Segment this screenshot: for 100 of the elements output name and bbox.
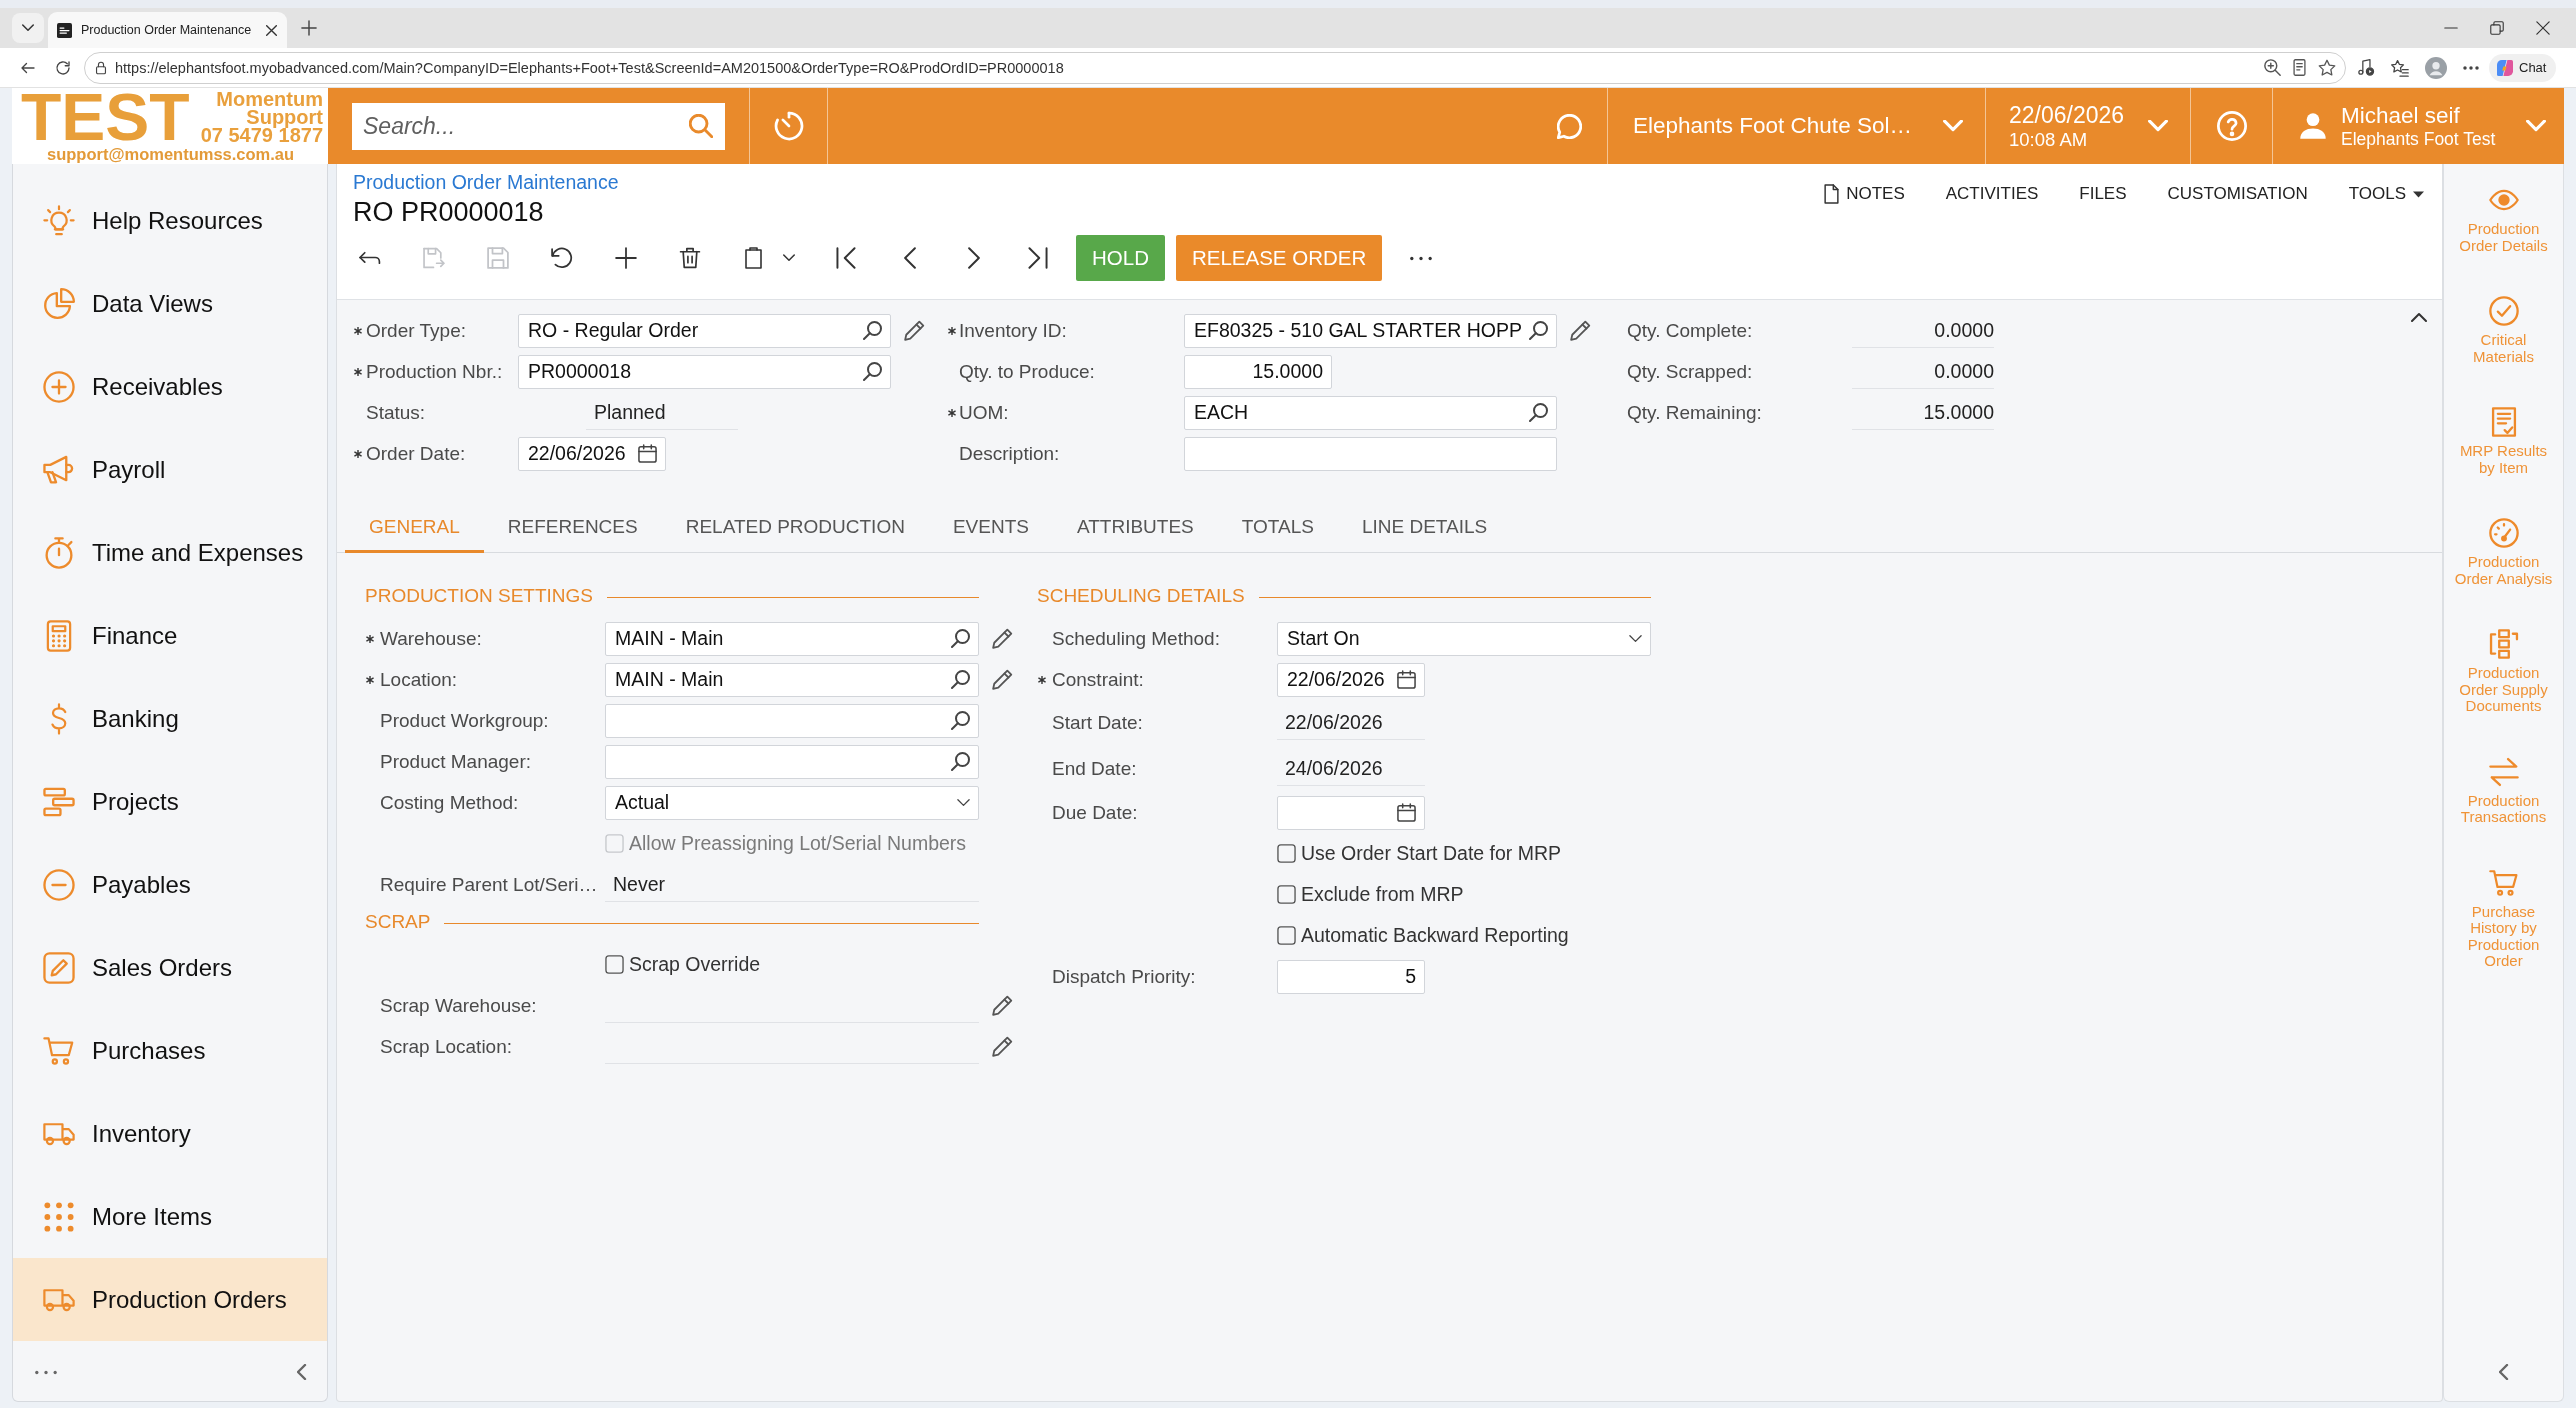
- pencil-icon[interactable]: [992, 1036, 1013, 1057]
- number-field[interactable]: 15.0000: [1184, 354, 1332, 389]
- help-icon[interactable]: [2216, 111, 2247, 141]
- search-icon[interactable]: [863, 362, 882, 381]
- header-link[interactable]: TOOLS: [2348, 184, 2424, 204]
- sidebar-item[interactable]: Purchases: [13, 1009, 327, 1092]
- lookup-field[interactable]: [605, 744, 979, 779]
- sidebar-item[interactable]: Help Resources: [13, 179, 327, 262]
- close-icon[interactable]: [2536, 21, 2550, 35]
- last-page-icon[interactable]: [1027, 247, 1049, 269]
- pencil-icon[interactable]: [992, 669, 1013, 690]
- tab[interactable]: RELATED PRODUCTION: [661, 503, 929, 553]
- dots-grid-icon: [43, 1200, 75, 1233]
- search-icon[interactable]: [951, 752, 970, 771]
- collapse-icon[interactable]: [2411, 312, 2427, 322]
- reload-icon[interactable]: [54, 58, 72, 77]
- pencil-icon[interactable]: [992, 628, 1013, 649]
- sidebar-item[interactable]: More Items: [13, 1175, 327, 1258]
- tab-list-button[interactable]: [12, 13, 44, 43]
- lookup-field[interactable]: MAIN - Main: [605, 621, 979, 656]
- header-link[interactable]: FILES: [2079, 184, 2127, 204]
- search-icon[interactable]: [1529, 321, 1548, 340]
- sidebar-item[interactable]: Receivables: [13, 345, 327, 428]
- dropdown-field[interactable]: Start On: [1277, 621, 1651, 656]
- caret-icon[interactable]: [783, 254, 795, 262]
- lookup-field[interactable]: EF80325 - 510 GAL STARTER HOPP: [1184, 313, 1557, 348]
- tab[interactable]: ATTRIBUTES: [1052, 503, 1218, 553]
- sidebar-item[interactable]: Payroll: [13, 428, 327, 511]
- sidebar-item[interactable]: Inventory: [13, 1092, 327, 1175]
- undo-icon[interactable]: [551, 247, 573, 269]
- pencil-icon[interactable]: [992, 995, 1013, 1016]
- checkbox[interactable]: [1277, 844, 1296, 863]
- pencil-icon[interactable]: [1570, 320, 1591, 341]
- header-link[interactable]: ACTIVITIES: [1945, 184, 2039, 204]
- reader-icon[interactable]: [2292, 59, 2307, 76]
- first-page-icon[interactable]: [835, 247, 857, 269]
- tab[interactable]: TOTALS: [1217, 503, 1338, 553]
- sidebar-item[interactable]: Data Views: [13, 262, 327, 345]
- lookup-field[interactable]: RO - Regular Order: [518, 313, 891, 348]
- sidebar-item[interactable]: Finance: [13, 594, 327, 677]
- date-field[interactable]: 22/06/2026: [1277, 662, 1425, 697]
- lookup-field[interactable]: EACH: [1184, 395, 1557, 430]
- text-field[interactable]: [1184, 436, 1557, 471]
- chat-button[interactable]: Chat: [2489, 53, 2557, 82]
- tab[interactable]: EVENTS: [928, 503, 1053, 553]
- sidebar-item[interactable]: Production Orders: [13, 1258, 327, 1341]
- tab[interactable]: REFERENCES: [483, 503, 662, 553]
- chat-icon[interactable]: [1556, 113, 1582, 139]
- sidebar-item[interactable]: Sales Orders: [13, 926, 327, 1009]
- star-icon[interactable]: [2318, 58, 2336, 77]
- close-icon[interactable]: [266, 24, 277, 36]
- app-logo-icon: [57, 22, 72, 38]
- checkbox[interactable]: [1277, 926, 1296, 945]
- lookup-field[interactable]: MAIN - Main: [605, 662, 979, 697]
- calendar-icon[interactable]: [638, 444, 657, 463]
- search-icon[interactable]: [951, 711, 970, 730]
- search-icon[interactable]: [863, 321, 882, 340]
- search-icon[interactable]: [951, 629, 970, 648]
- more-icon[interactable]: [1410, 255, 1433, 261]
- restore-icon[interactable]: [2490, 21, 2504, 35]
- media-icon[interactable]: [2357, 58, 2375, 77]
- calendar-icon[interactable]: [1397, 670, 1416, 689]
- lookup-field[interactable]: [605, 703, 979, 738]
- chevron-down-icon: [22, 24, 34, 32]
- breadcrumb-link[interactable]: Production Order Maintenance: [353, 170, 619, 194]
- favorites-icon[interactable]: [2391, 58, 2409, 77]
- chevron-left-icon[interactable]: [2498, 1364, 2509, 1380]
- sidebar-item[interactable]: Time and Expenses: [13, 511, 327, 594]
- checkbox[interactable]: [605, 955, 624, 974]
- zoom-in-icon[interactable]: [2264, 59, 2281, 76]
- browser-tab[interactable]: Production Order Maintenance: [48, 12, 287, 48]
- search-icon[interactable]: [1529, 403, 1548, 422]
- add-icon[interactable]: [615, 247, 637, 269]
- chevron-down-icon[interactable]: [1629, 634, 1642, 643]
- checkbox[interactable]: [1277, 885, 1296, 904]
- sidebar-item[interactable]: Banking: [13, 677, 327, 760]
- date-field[interactable]: [1277, 795, 1425, 830]
- clipboard-icon[interactable]: [743, 247, 765, 269]
- document-tree-icon: [2488, 629, 2519, 659]
- search-field[interactable]: Search...: [352, 102, 725, 150]
- header-link[interactable]: NOTES: [1824, 184, 1905, 204]
- sidebar-item[interactable]: Projects: [13, 760, 327, 843]
- tab[interactable]: LINE DETAILS: [1337, 503, 1512, 553]
- new-tab-icon[interactable]: [301, 20, 317, 36]
- more-icon[interactable]: [2463, 65, 2479, 70]
- lookup-field[interactable]: PR0000018: [518, 354, 891, 389]
- chevron-left-icon[interactable]: [297, 1364, 307, 1380]
- avatar-icon[interactable]: [2425, 56, 2447, 79]
- pencil-icon[interactable]: [904, 320, 925, 341]
- sidebar-item[interactable]: Payables: [13, 843, 327, 926]
- calendar-icon[interactable]: [1397, 803, 1416, 822]
- timer-icon[interactable]: [773, 111, 804, 141]
- field-label: Product Workgroup:: [380, 709, 550, 732]
- search-icon[interactable]: [951, 670, 970, 689]
- header-link[interactable]: CUSTOMISATION: [2167, 184, 2308, 204]
- dropdown-field[interactable]: Actual: [605, 785, 979, 820]
- trash-icon[interactable]: [679, 247, 701, 269]
- date-field[interactable]: 22/06/2026: [518, 436, 666, 471]
- chevron-down-icon[interactable]: [957, 798, 970, 807]
- number-field[interactable]: 5: [1277, 959, 1425, 994]
